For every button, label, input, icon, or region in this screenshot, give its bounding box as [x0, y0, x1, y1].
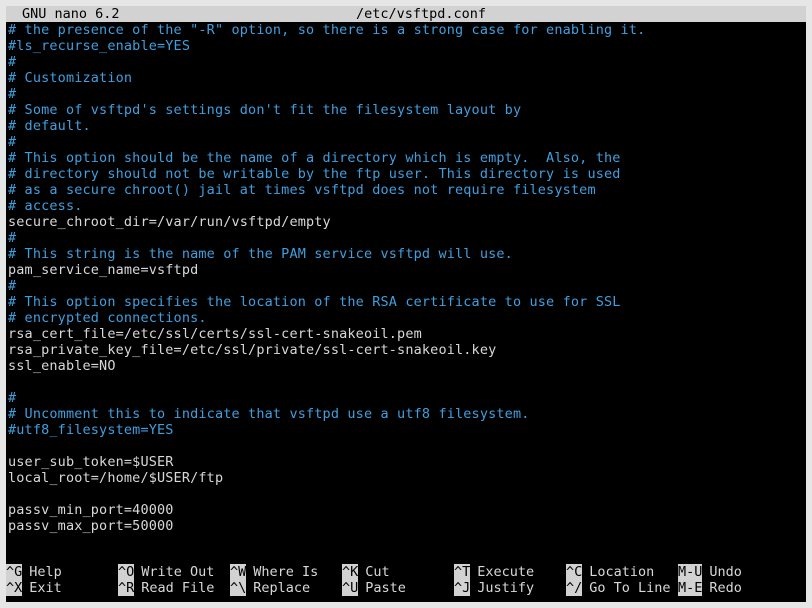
shortcut-go-to-line[interactable]: ^/ Go To Line	[566, 580, 671, 596]
config-line[interactable]: secure_chroot_dir=/var/run/vsftpd/empty	[8, 214, 331, 230]
comment-line[interactable]: # the presence of the "-R" option, so th…	[8, 22, 645, 38]
comment-line[interactable]: #	[8, 390, 16, 406]
comment-line[interactable]: #	[8, 134, 16, 150]
terminal-window[interactable]: GNU nano 6.2 /etc/vsftpd.conf # the pres…	[6, 6, 806, 602]
comment-line[interactable]: # This option specifies the location of …	[8, 294, 621, 310]
comment-line[interactable]: # This option should be the name of a di…	[8, 150, 621, 166]
config-line[interactable]: local_root=/home/$USER/ftp	[8, 470, 223, 486]
shortcut-label: Exit	[29, 580, 62, 596]
comment-line[interactable]: #	[8, 86, 16, 102]
shortcut-label: Replace	[253, 580, 311, 596]
comment-line[interactable]: #ls_recurse_enable=YES	[8, 38, 190, 54]
shortcut-key: ^/	[566, 580, 583, 596]
shortcut-read-file[interactable]: ^R Read File	[118, 580, 214, 596]
shortcut-justify[interactable]: ^J Justify	[454, 580, 534, 596]
config-line[interactable]: pam_service_name=vsftpd	[8, 262, 198, 278]
shortcut-label: Execute	[477, 564, 535, 580]
shortcut-key: ^G	[6, 564, 23, 580]
shortcut-row-2: ^X Exit ^R Read File ^\ Replace ^U Paste ^J Justi…	[6, 580, 806, 596]
comment-line[interactable]: # access.	[8, 198, 83, 214]
shortcut-key: ^K	[342, 564, 359, 580]
comment-line[interactable]: # Customization	[8, 70, 132, 86]
shortcut-undo[interactable]: M-U Undo	[678, 564, 742, 580]
editor-version: GNU nano 6.2	[22, 6, 120, 22]
shortcut-label: Paste	[365, 580, 406, 596]
file-path: /etc/vsftpd.conf	[356, 6, 487, 22]
shortcut-paste[interactable]: ^U Paste	[342, 580, 406, 596]
shortcut-label: Where Is	[253, 564, 319, 580]
shortcut-key: M-U	[678, 564, 703, 580]
comment-line[interactable]: #	[8, 54, 16, 70]
comment-line[interactable]: #	[8, 278, 16, 294]
comment-line[interactable]: # Uncomment this to indicate that vsftpd…	[8, 406, 530, 422]
comment-line[interactable]: # default.	[8, 118, 91, 134]
config-line[interactable]: rsa_private_key_file=/etc/ssl/private/ss…	[8, 342, 496, 358]
shortcut-replace[interactable]: ^\ Replace	[230, 580, 310, 596]
shortcut-key: ^C	[566, 564, 583, 580]
shortcut-key: ^T	[454, 564, 471, 580]
config-line[interactable]: user_sub_token=$USER	[8, 454, 174, 470]
shortcut-label: Read File	[141, 580, 215, 596]
shortcut-execute[interactable]: ^T Execute	[454, 564, 534, 580]
config-line[interactable]: passv_max_port=50000	[8, 518, 174, 534]
shortcut-where-is[interactable]: ^W Where Is	[230, 564, 318, 580]
comment-line[interactable]: #utf8_filesystem=YES	[8, 422, 174, 438]
config-line[interactable]: passv_min_port=40000	[8, 502, 174, 518]
shortcut-key: ^U	[342, 580, 359, 596]
shortcut-key: ^\	[230, 580, 247, 596]
shortcut-key: M-E	[678, 580, 703, 596]
shortcut-label: Help	[29, 564, 62, 580]
shortcut-key: ^J	[454, 580, 471, 596]
shortcut-label: Location	[589, 564, 655, 580]
shortcut-key: ^X	[6, 580, 23, 596]
shortcut-redo[interactable]: M-E Redo	[678, 580, 742, 596]
config-line[interactable]: ssl_enable=NO	[8, 358, 116, 374]
shortcut-key: ^R	[118, 580, 135, 596]
comment-line[interactable]: # This string is the name of the PAM ser…	[8, 246, 513, 262]
shortcut-label: Go To Line	[589, 580, 671, 596]
shortcut-label: Write Out	[141, 564, 215, 580]
comment-line[interactable]: # as a secure chroot() jail at times vsf…	[8, 182, 596, 198]
config-line[interactable]: rsa_cert_file=/etc/ssl/certs/ssl-cert-sn…	[8, 326, 422, 342]
nano-titlebar: GNU nano 6.2 /etc/vsftpd.conf	[6, 6, 806, 22]
shortcut-write-out[interactable]: ^O Write Out	[118, 564, 214, 580]
shortcut-label: Justify	[477, 580, 535, 596]
shortcut-location[interactable]: ^C Location	[566, 564, 654, 580]
comment-line[interactable]: # encrypted connections.	[8, 310, 207, 326]
shortcut-key: ^W	[230, 564, 247, 580]
comment-line[interactable]: #	[8, 230, 16, 246]
shortcut-label: Redo	[709, 580, 742, 596]
shortcut-label: Undo	[709, 564, 742, 580]
shortcut-row-1: ^G Help ^O Write Out ^W Where Is ^K Cut ^T Execut…	[6, 564, 806, 580]
shortcut-label: Cut	[365, 564, 390, 580]
shortcut-cut[interactable]: ^K Cut	[342, 564, 390, 580]
shortcut-exit[interactable]: ^X Exit	[6, 580, 62, 596]
comment-line[interactable]: # Some of vsftpd's settings don't fit th…	[8, 102, 521, 118]
comment-line[interactable]: # directory should not be writable by th…	[8, 166, 621, 182]
shortcut-key: ^O	[118, 564, 135, 580]
shortcut-help[interactable]: ^G Help	[6, 564, 62, 580]
